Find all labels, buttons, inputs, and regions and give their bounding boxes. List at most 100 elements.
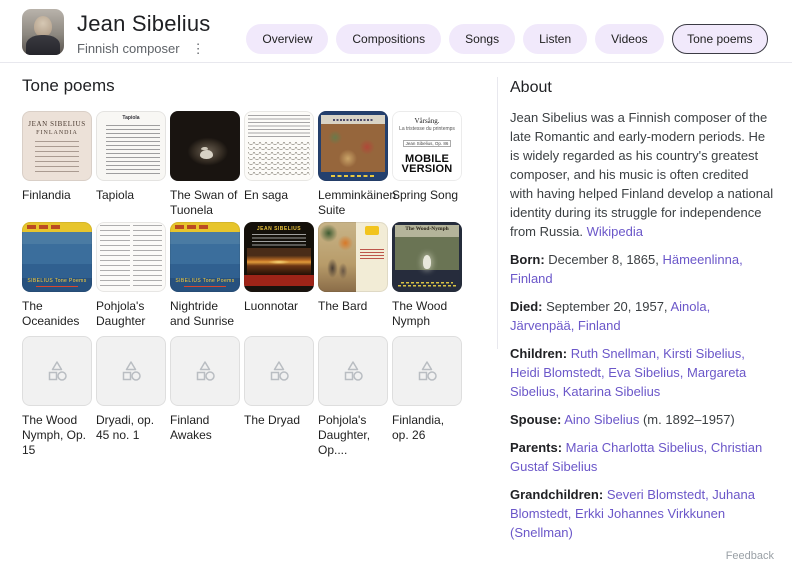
album-cover[interactable] [244,336,314,406]
album-cover[interactable] [244,111,314,181]
album-item-pohjola-s-daughter-op[interactable]: Pohjola's Daughter, Op.... [318,336,388,458]
album-title[interactable]: The Wood Nymph, Op. 15 [22,413,92,458]
album-item-tapiola[interactable]: Tapiola Tapiola [96,111,166,222]
fact-link[interactable]: Aino Sibelius [564,412,639,427]
cover-text: Tapiola [122,115,140,121]
tab-listen[interactable]: Listen [523,24,588,54]
album-item-en-saga[interactable]: En saga [244,111,314,222]
album-item-lemmink-inen-suite[interactable]: Lemminkäinen Suite [318,111,396,222]
fact-text: September 20, 1957, [546,299,671,314]
album-title[interactable]: Dryadi, op. 45 no. 1 [96,413,166,443]
album-cover[interactable]: SIBELIUS Tone Poems [22,222,92,292]
album-item-the-bard[interactable]: The Bard [318,222,388,336]
media-placeholder-icon [344,361,363,381]
fact-row-born: Born: December 8, 1865, Hämeenlinna, Fin… [510,250,774,288]
albums-row: SIBELIUS Tone Poems The Oceanides Pohjola'… [22,222,462,336]
entity-photo[interactable] [22,9,64,55]
album-item-spring-song[interactable]: Vårsång. La tristesse du printemps Jean Si… [392,111,462,222]
wikipedia-link[interactable]: Wikipedia [587,224,643,239]
album-cover[interactable] [392,336,462,406]
about-title: About [510,79,552,96]
album-item-nightride-and-sunrise[interactable]: SIBELIUS Tone Poems Nightride and Sunrise [170,222,240,336]
fact-text: December 8, 1865, [548,252,663,267]
album-title[interactable]: The Wood Nymph [392,299,462,329]
albums-row: The Wood Nymph, Op. 15 Dryadi, op. 45 no.… [22,336,462,458]
tile-border [318,111,388,181]
tile-border [318,222,388,292]
album-item-pohjola-s-daughter[interactable]: Pohjola's Daughter [96,222,166,336]
album-cover[interactable]: SIBELIUS Tone Poems [170,222,240,292]
fact-label: Grandchildren: [510,487,604,502]
album-title[interactable]: Finlandia [22,188,92,203]
fact-label: Children: [510,346,568,361]
album-cover[interactable] [96,336,166,406]
album-title[interactable]: Pohjola's Daughter [96,299,166,329]
fact-label: Died: [510,299,543,314]
album-item-finlandia-op-26[interactable]: Finlandia, op. 26 [392,336,462,458]
album-cover[interactable] [170,111,240,181]
album-title[interactable]: The Oceanides [22,299,92,329]
album-title[interactable]: The Swan of Tuonela [170,188,240,218]
album-item-the-swan-of-tuonela[interactable]: The Swan of Tuonela [170,111,240,222]
media-placeholder-icon [270,361,289,381]
album-cover[interactable]: The Wood-Nymph [392,222,462,292]
albums-grid: JEAN SIBELIUS FINLANDIA Finlandia Tapiola Ta… [22,111,462,458]
tile-border [244,111,314,181]
album-title[interactable]: Nightride and Sunrise [170,299,240,329]
album-title[interactable]: Finland Awakes [170,413,240,443]
album-cover[interactable]: Tapiola [96,111,166,181]
album-title[interactable]: Pohjola's Daughter, Op.... [318,413,388,458]
about-description: Jean Sibelius was a Finnish composer of … [510,108,774,241]
album-title[interactable]: Luonnotar [244,299,314,314]
album-title[interactable]: Spring Song [392,188,462,203]
album-cover[interactable] [318,336,388,406]
album-cover[interactable]: JEAN SIBELIUS FINLANDIA [22,111,92,181]
fact-row-children: Children: Ruth Snellman, Kirsti Sibelius… [510,344,774,401]
media-placeholder-icon [122,361,141,381]
about-panel: About Jean Sibelius was a Finnish compos… [510,63,774,562]
media-placeholder-icon [48,361,67,381]
tab-overview[interactable]: Overview [246,24,329,54]
cover-text: La tristesse du printemps [399,126,455,132]
tone-poems-section: Tone poems JEAN SIBELIUS FINLANDIA Finland… [22,63,462,562]
album-item-the-dryad[interactable]: The Dryad [244,336,314,458]
album-item-the-oceanides[interactable]: SIBELIUS Tone Poems The Oceanides [22,222,92,336]
tile-border [170,111,240,181]
album-item-dryadi-op-45-no-1[interactable]: Dryadi, op. 45 no. 1 [96,336,166,458]
album-cover[interactable] [318,111,388,181]
entity-header: Jean Sibelius Finnish composer ⋮ Overvie… [0,0,792,62]
album-cover[interactable] [22,336,92,406]
tab-compositions[interactable]: Compositions [336,24,442,54]
album-item-luonnotar[interactable]: JEAN SIBELIUS Luonnotar [244,222,314,336]
album-cover[interactable] [96,222,166,292]
cover-text: SIBELIUS Tone Poems [175,278,235,284]
album-cover[interactable]: JEAN SIBELIUS [244,222,314,292]
album-title[interactable]: En saga [244,188,314,203]
cover-text: The Wood-Nymph [405,226,449,232]
album-title[interactable]: Lemminkäinen Suite [318,188,396,218]
album-title[interactable]: Finlandia, op. 26 [392,413,462,443]
tab-songs[interactable]: Songs [449,24,516,54]
more-options-icon[interactable]: ⋮ [190,42,207,55]
album-title[interactable]: The Dryad [244,413,314,428]
main-content: Tone poems JEAN SIBELIUS FINLANDIA Finland… [0,63,792,562]
tab-tone-poems[interactable]: Tone poems [671,24,768,54]
album-cover[interactable] [318,222,388,292]
album-item-the-wood-nymph-op-15[interactable]: The Wood Nymph, Op. 15 [22,336,92,458]
album-title[interactable]: Tapiola [96,188,166,203]
media-placeholder-icon [418,361,437,381]
about-description-text: Jean Sibelius was a Finnish composer of … [510,110,774,239]
album-item-finlandia[interactable]: JEAN SIBELIUS FINLANDIA Finlandia [22,111,92,222]
album-item-the-wood-nymph[interactable]: The Wood-Nymph The Wood Nymph [392,222,462,336]
vertical-divider [497,77,498,349]
facts-list: Born: December 8, 1865, Hämeenlinna, Fin… [510,250,774,542]
tab-videos[interactable]: Videos [595,24,664,54]
fact-label: Parents: [510,440,563,455]
album-title[interactable]: The Bard [318,299,388,314]
tab-bar: Overview Compositions Songs Listen Videos Ton… [246,24,768,54]
cover-text: Vårsång. [414,117,440,125]
album-cover[interactable]: Vårsång. La tristesse du printemps Jean Si… [392,111,462,181]
feedback-link[interactable]: Feedback [510,550,774,562]
album-item-finland-awakes[interactable]: Finland Awakes [170,336,240,458]
album-cover[interactable] [170,336,240,406]
